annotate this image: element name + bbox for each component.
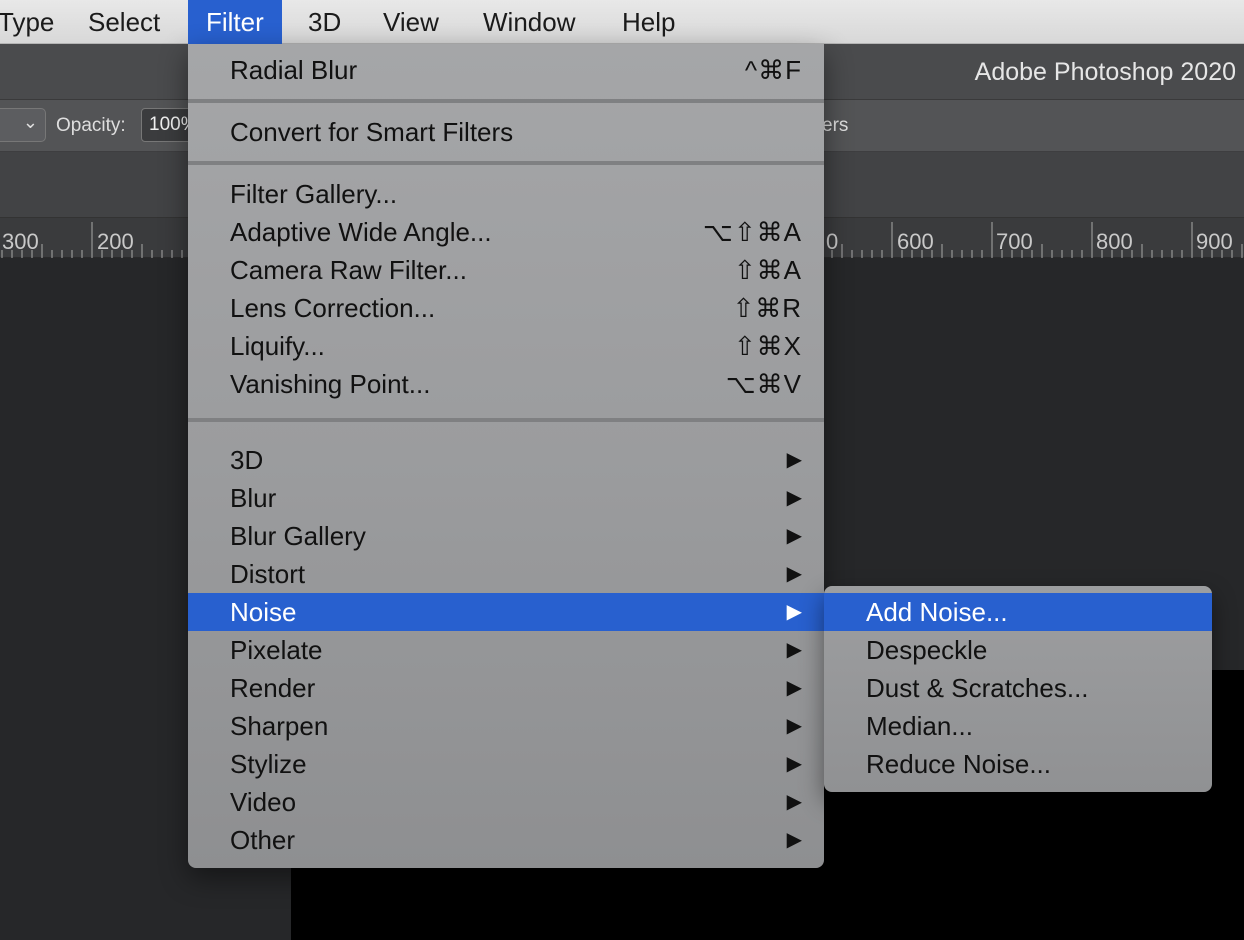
menu-item-vanishing-point[interactable]: Vanishing Point... ⌥⌘V bbox=[188, 365, 824, 403]
submenu-arrow-icon: ▶ bbox=[786, 563, 802, 585]
submenu-item-label: Despeckle bbox=[866, 635, 988, 665]
menu-3d[interactable]: 3D bbox=[290, 0, 359, 44]
menu-item-label: Blur Gallery bbox=[230, 521, 366, 551]
menu-item-label: Vanishing Point... bbox=[230, 369, 431, 399]
submenu-arrow-icon: ▶ bbox=[786, 753, 802, 775]
menu-item-stylize[interactable]: Stylize ▶ bbox=[188, 745, 824, 783]
submenu-item-label: Reduce Noise... bbox=[866, 749, 1051, 779]
menu-separator bbox=[188, 161, 824, 165]
menu-item-label: Liquify... bbox=[230, 331, 325, 361]
menu-help[interactable]: Help bbox=[604, 0, 693, 44]
ruler-label: 700 bbox=[996, 229, 1033, 254]
menu-item-label: Other bbox=[230, 825, 296, 855]
menu-item-shortcut: ⇧⌘X bbox=[733, 331, 802, 361]
menu-item-label: Filter Gallery... bbox=[230, 179, 398, 209]
menu-item-label: Blur bbox=[230, 483, 277, 513]
menu-item-label: Pixelate bbox=[230, 635, 323, 665]
menu-item-other[interactable]: Other ▶ bbox=[188, 821, 824, 859]
submenu-item-label: Median... bbox=[866, 711, 973, 741]
menu-filter[interactable]: Filter bbox=[188, 0, 282, 44]
menu-item-label: Lens Correction... bbox=[230, 293, 436, 323]
submenu-arrow-icon: ▶ bbox=[786, 791, 802, 813]
submenu-item-label: Dust & Scratches... bbox=[866, 673, 1089, 703]
menu-item-shortcut: ⇧⌘R bbox=[732, 293, 802, 323]
submenu-arrow-icon: ▶ bbox=[786, 677, 802, 699]
menu-item-label: Adaptive Wide Angle... bbox=[230, 217, 492, 247]
submenu-arrow-icon: ▶ bbox=[786, 829, 802, 851]
menu-item-label: Render bbox=[230, 673, 316, 703]
chevron-down-icon: ⌄ bbox=[22, 112, 38, 132]
menu-item-camera-raw-filter[interactable]: Camera Raw Filter... ⇧⌘A bbox=[188, 251, 824, 289]
submenu-arrow-icon: ▶ bbox=[786, 639, 802, 661]
menu-item-blur[interactable]: Blur ▶ bbox=[188, 479, 824, 517]
menu-item-label: Radial Blur bbox=[230, 55, 358, 85]
menu-item-distort[interactable]: Distort ▶ bbox=[188, 555, 824, 593]
submenu-arrow-icon: ▶ bbox=[786, 715, 802, 737]
menu-item-render[interactable]: Render ▶ bbox=[188, 669, 824, 707]
ruler-label: 200 bbox=[97, 229, 134, 254]
submenu-item-despeckle[interactable]: Despeckle bbox=[824, 631, 1212, 669]
menu-window[interactable]: Window bbox=[465, 0, 593, 44]
menu-item-label: Camera Raw Filter... bbox=[230, 255, 467, 285]
menu-view[interactable]: View bbox=[365, 0, 457, 44]
menu-item-label: 3D bbox=[230, 445, 264, 475]
menu-item-convert-smart-filters[interactable]: Convert for Smart Filters bbox=[188, 113, 824, 151]
menu-item-pixelate[interactable]: Pixelate ▶ bbox=[188, 631, 824, 669]
submenu-arrow-icon: ▶ bbox=[786, 449, 802, 471]
menu-select[interactable]: Select bbox=[70, 0, 178, 44]
app-title: Adobe Photoshop 2020 bbox=[974, 58, 1236, 86]
ruler-label: 600 bbox=[897, 229, 934, 254]
submenu-item-dust-scratches[interactable]: Dust & Scratches... bbox=[824, 669, 1212, 707]
menu-item-label: Convert for Smart Filters bbox=[230, 117, 514, 147]
submenu-arrow-icon: ▶ bbox=[786, 601, 802, 623]
submenu-item-add-noise[interactable]: Add Noise... bbox=[824, 593, 1212, 631]
menu-item-label: Video bbox=[230, 787, 297, 817]
submenu-arrow-icon: ▶ bbox=[786, 487, 802, 509]
menu-item-shortcut: ⌥⇧⌘A bbox=[702, 217, 802, 247]
menu-item-label: Noise bbox=[230, 597, 297, 627]
menu-item-sharpen[interactable]: Sharpen ▶ bbox=[188, 707, 824, 745]
menu-type[interactable]: Type bbox=[0, 0, 72, 44]
ruler-label: 900 bbox=[1196, 229, 1233, 254]
menu-separator bbox=[188, 99, 824, 103]
menu-item-label: Distort bbox=[230, 559, 306, 589]
submenu-arrow-icon: ▶ bbox=[786, 525, 802, 547]
menu-item-shortcut: ^⌘F bbox=[744, 55, 802, 85]
menu-item-adaptive-wide-angle[interactable]: Adaptive Wide Angle... ⌥⇧⌘A bbox=[188, 213, 824, 251]
submenu-item-median[interactable]: Median... bbox=[824, 707, 1212, 745]
submenu-item-reduce-noise[interactable]: Reduce Noise... bbox=[824, 745, 1212, 783]
menu-bar: Type Select Filter 3D View Window Help bbox=[0, 0, 1244, 44]
sample-layers-label: ers bbox=[822, 115, 849, 136]
filter-menu: Radial Blur ^⌘F Convert for Smart Filter… bbox=[188, 44, 824, 868]
menu-item-filter-gallery[interactable]: Filter Gallery... bbox=[188, 175, 824, 213]
menu-item-shortcut: ⇧⌘A bbox=[733, 255, 802, 285]
opacity-label: Opacity: bbox=[56, 115, 126, 136]
menu-item-blur-gallery[interactable]: Blur Gallery ▶ bbox=[188, 517, 824, 555]
menu-item-label: Stylize bbox=[230, 749, 307, 779]
menu-item-liquify[interactable]: Liquify... ⇧⌘X bbox=[188, 327, 824, 365]
ruler-label: 300 bbox=[2, 229, 39, 254]
ruler-label: 0 bbox=[826, 229, 838, 254]
menu-item-label: Sharpen bbox=[230, 711, 329, 741]
menu-item-radial-blur[interactable]: Radial Blur ^⌘F bbox=[188, 51, 824, 89]
blend-mode-select[interactable]: ⌄ bbox=[0, 108, 46, 142]
ruler-label: 800 bbox=[1096, 229, 1133, 254]
menu-item-video[interactable]: Video ▶ bbox=[188, 783, 824, 821]
noise-submenu: Add Noise... Despeckle Dust & Scratches.… bbox=[824, 586, 1212, 792]
submenu-item-label: Add Noise... bbox=[866, 597, 1008, 627]
menu-separator bbox=[188, 418, 824, 422]
menu-item-lens-correction[interactable]: Lens Correction... ⇧⌘R bbox=[188, 289, 824, 327]
menu-item-3d[interactable]: 3D ▶ bbox=[188, 441, 824, 479]
menu-item-shortcut: ⌥⌘V bbox=[725, 369, 802, 399]
menu-item-noise[interactable]: Noise ▶ bbox=[188, 593, 824, 631]
